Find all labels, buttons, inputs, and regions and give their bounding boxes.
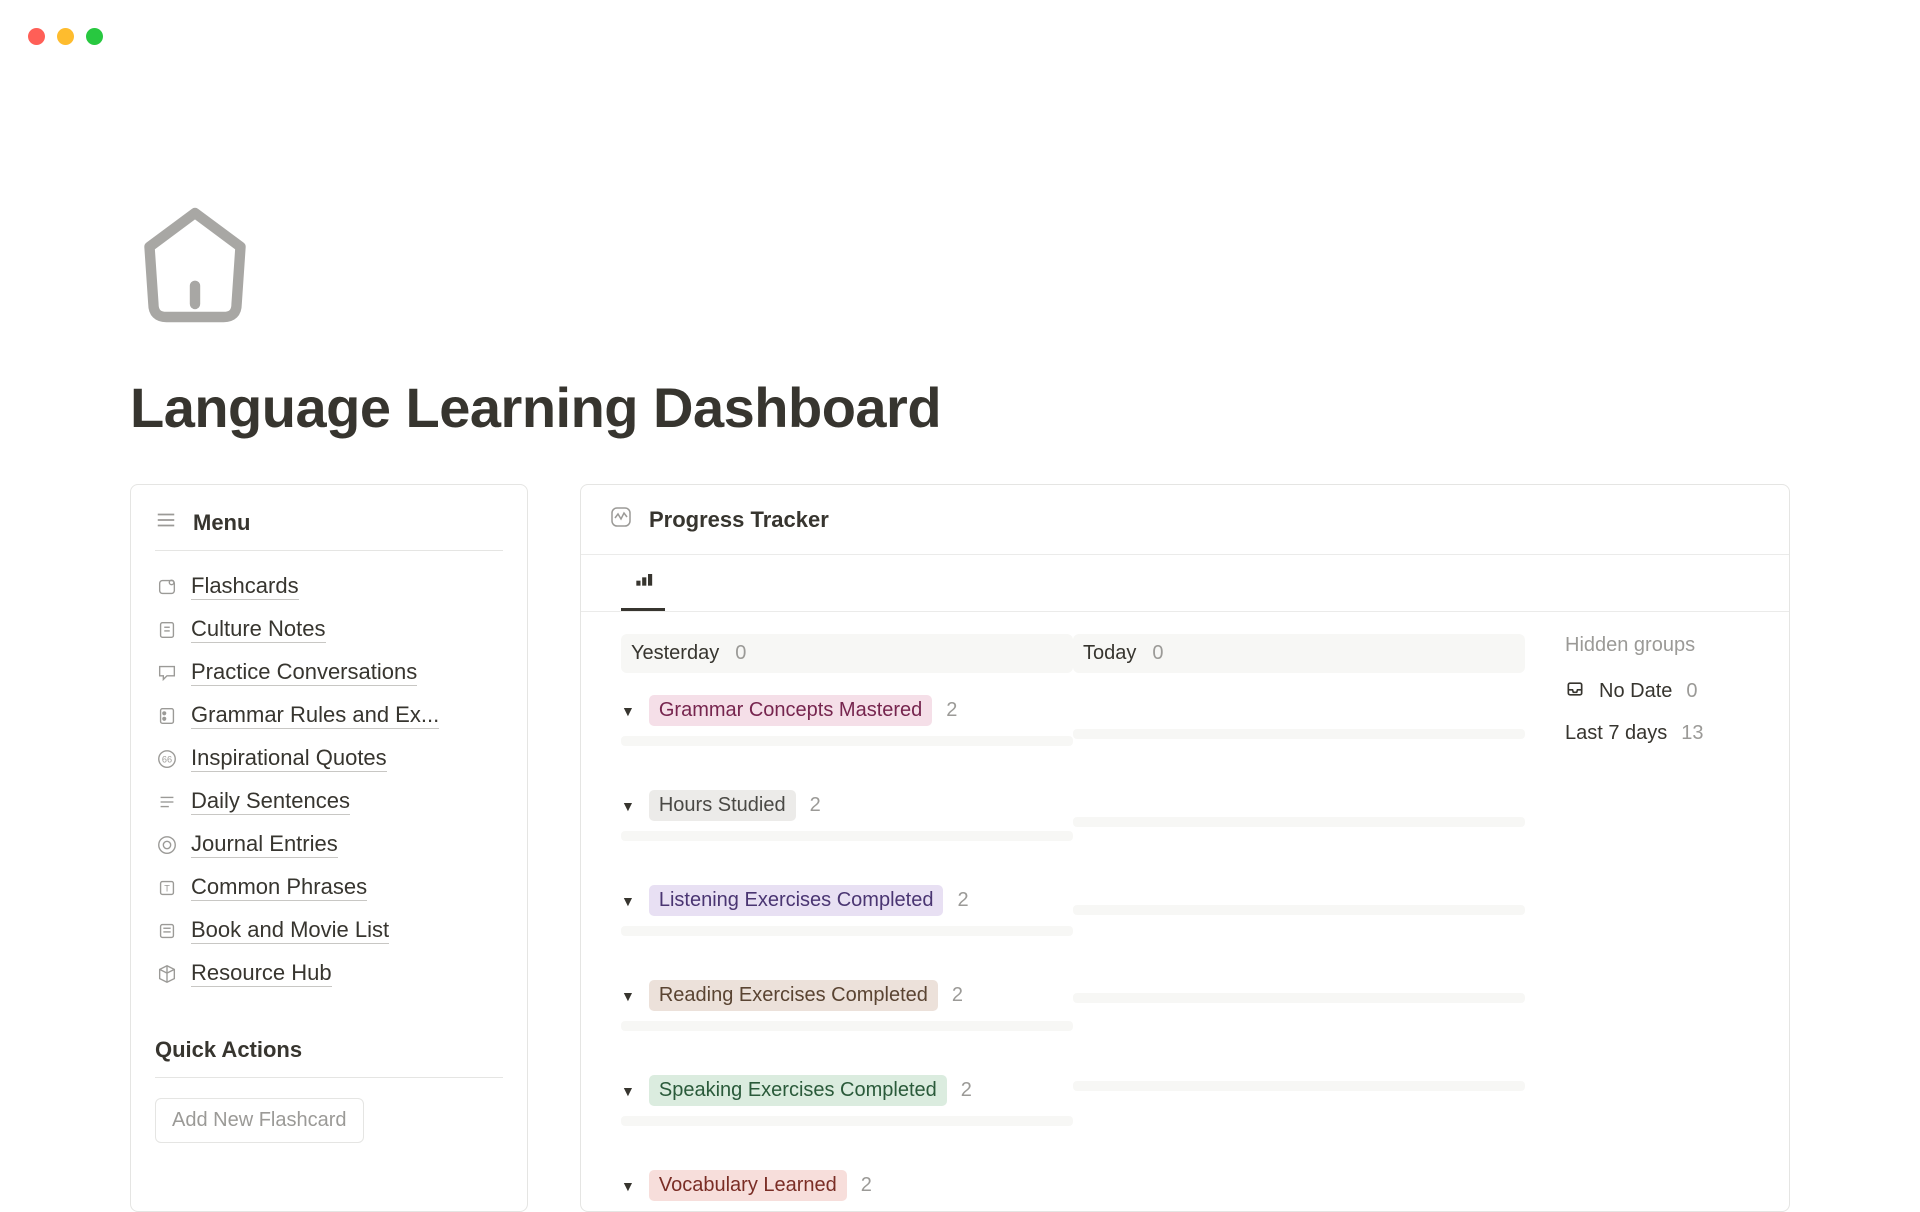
placeholder-bar	[621, 926, 1073, 936]
inbox-icon	[1565, 679, 1585, 704]
group-no-date[interactable]: No Date 0	[1565, 679, 1749, 704]
menu-item-daily-sentences[interactable]: Daily Sentences	[155, 788, 503, 815]
group-last-7-days[interactable]: Last 7 days 13	[1565, 722, 1749, 745]
menu-item-label: Daily Sentences	[191, 788, 350, 815]
minimize-window-button[interactable]	[57, 28, 74, 45]
page-icon[interactable]	[130, 200, 1790, 335]
note-icon	[155, 618, 179, 642]
placeholder-bar	[1073, 729, 1525, 739]
group-count: 13	[1681, 722, 1703, 745]
disclosure-triangle-icon[interactable]: ▼	[621, 703, 635, 719]
placeholder-bar	[1073, 817, 1525, 827]
lines-icon	[155, 790, 179, 814]
placeholder-bar	[621, 1021, 1073, 1031]
category-chip: Hours Studied	[649, 790, 796, 821]
column-count: 0	[735, 642, 746, 665]
text-icon: T	[155, 876, 179, 900]
column-header-yesterday[interactable]: Yesterday 0	[621, 634, 1073, 673]
menu-item-resource-hub[interactable]: Resource Hub	[155, 960, 503, 987]
activity-icon	[609, 505, 633, 534]
menu-title: Menu	[193, 510, 250, 536]
menu-item-label: Resource Hub	[191, 960, 332, 987]
disclosure-triangle-icon[interactable]: ▼	[621, 1083, 635, 1099]
close-window-button[interactable]	[28, 28, 45, 45]
placeholder-bar	[1073, 905, 1525, 915]
category-count: 2	[946, 699, 957, 722]
maximize-window-button[interactable]	[86, 28, 103, 45]
group-label: Last 7 days	[1565, 722, 1667, 745]
category-row-reading[interactable]: ▼ Reading Exercises Completed 2	[621, 980, 1073, 1011]
menu-item-label: Book and Movie List	[191, 917, 389, 944]
menu-item-inspirational-quotes[interactable]: 66 Inspirational Quotes	[155, 745, 503, 772]
group-count: 0	[1686, 680, 1697, 703]
journal-icon	[155, 833, 179, 857]
disclosure-triangle-icon[interactable]: ▼	[621, 988, 635, 1004]
card-icon	[155, 575, 179, 599]
menu-item-label: Practice Conversations	[191, 659, 417, 686]
list-icon	[155, 919, 179, 943]
category-row-listening[interactable]: ▼ Listening Exercises Completed 2	[621, 885, 1073, 916]
hidden-groups-label[interactable]: Hidden groups	[1565, 634, 1749, 657]
disclosure-triangle-icon[interactable]: ▼	[621, 798, 635, 814]
category-row-hours[interactable]: ▼ Hours Studied 2	[621, 790, 1073, 821]
rules-icon	[155, 704, 179, 728]
menu-item-book-movie-list[interactable]: Book and Movie List	[155, 917, 503, 944]
sidebar-menu-card: Menu Flashcards Culture Notes Practice C…	[130, 484, 528, 1212]
menu-item-grammar-rules[interactable]: Grammar Rules and Ex...	[155, 702, 503, 729]
menu-item-culture-notes[interactable]: Culture Notes	[155, 616, 503, 643]
category-chip: Speaking Exercises Completed	[649, 1075, 947, 1106]
category-row-speaking[interactable]: ▼ Speaking Exercises Completed 2	[621, 1075, 1073, 1106]
column-label: Today	[1083, 642, 1136, 665]
hamburger-icon	[155, 509, 177, 536]
menu-item-journal-entries[interactable]: Journal Entries	[155, 831, 503, 858]
category-count: 2	[952, 984, 963, 1007]
bar-chart-icon	[633, 569, 653, 589]
chat-icon	[155, 661, 179, 685]
menu-item-label: Journal Entries	[191, 831, 338, 858]
category-count: 2	[957, 889, 968, 912]
group-label: No Date	[1599, 680, 1672, 703]
column-label: Yesterday	[631, 642, 719, 665]
window-traffic-lights	[28, 28, 103, 45]
progress-tracker-card: Progress Tracker Yesterday 0	[580, 484, 1790, 1212]
placeholder-bar	[621, 1116, 1073, 1126]
page-title: Language Learning Dashboard	[130, 375, 1790, 440]
add-flashcard-button[interactable]: Add New Flashcard	[155, 1098, 364, 1143]
menu-item-flashcards[interactable]: Flashcards	[155, 573, 503, 600]
placeholder-bar	[621, 831, 1073, 841]
svg-text:66: 66	[162, 754, 172, 764]
menu-item-label: Common Phrases	[191, 874, 367, 901]
column-header-today[interactable]: Today 0	[1073, 634, 1525, 673]
disclosure-triangle-icon[interactable]: ▼	[621, 1178, 635, 1194]
house-icon	[130, 200, 260, 330]
placeholder-bar	[1073, 1081, 1525, 1091]
category-chip: Grammar Concepts Mastered	[649, 695, 932, 726]
menu-item-label: Grammar Rules and Ex...	[191, 702, 439, 729]
category-chip: Reading Exercises Completed	[649, 980, 938, 1011]
placeholder-bar	[621, 736, 1073, 746]
disclosure-triangle-icon[interactable]: ▼	[621, 893, 635, 909]
menu-item-practice-conversations[interactable]: Practice Conversations	[155, 659, 503, 686]
category-row-vocabulary[interactable]: ▼ Vocabulary Learned 2	[621, 1170, 1073, 1201]
menu-item-label: Inspirational Quotes	[191, 745, 387, 772]
category-count: 2	[961, 1079, 972, 1102]
menu-item-common-phrases[interactable]: T Common Phrases	[155, 874, 503, 901]
menu-item-label: Flashcards	[191, 573, 299, 600]
category-row-grammar[interactable]: ▼ Grammar Concepts Mastered 2	[621, 695, 1073, 726]
quote-icon: 66	[155, 747, 179, 771]
menu-item-label: Culture Notes	[191, 616, 326, 643]
category-count: 2	[861, 1174, 872, 1197]
quick-actions-title: Quick Actions	[155, 1037, 503, 1078]
placeholder-bar	[1073, 993, 1525, 1003]
category-chip: Listening Exercises Completed	[649, 885, 944, 916]
cube-icon	[155, 962, 179, 986]
category-count: 2	[810, 794, 821, 817]
tracker-title: Progress Tracker	[649, 507, 829, 533]
tab-board-view[interactable]	[621, 555, 665, 611]
column-count: 0	[1152, 642, 1163, 665]
category-chip: Vocabulary Learned	[649, 1170, 847, 1201]
svg-text:T: T	[164, 883, 170, 893]
